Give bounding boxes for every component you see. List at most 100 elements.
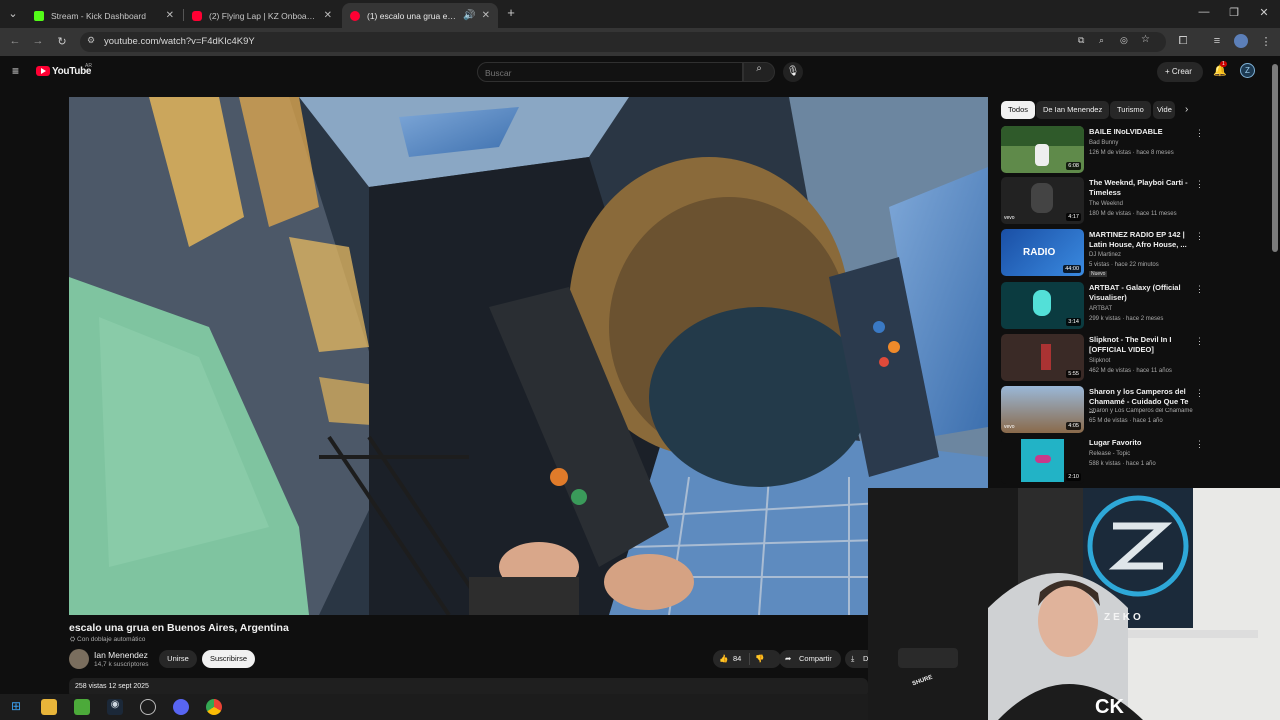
video-thumbnail[interactable]: vevo 4:05 [1001,386,1084,433]
profile-avatar[interactable] [1234,34,1248,48]
create-button[interactable]: + Crear [1157,62,1203,82]
forward-icon[interactable]: → [31,35,45,47]
rec-meta: 462 M de vistas · hace 11 años [1089,368,1172,374]
plus-icon: + [1165,67,1172,76]
recommended-video[interactable]: vevo 4:17 The Weeknd, Playboi Carti - Ti… [1001,177,1204,225]
chip-videos[interactable]: Vide [1153,101,1175,119]
tab-escalo-grua[interactable]: (1) escalo una grua en Bue 🔊 ✕ [342,3,498,28]
vevo-logo: vevo [1004,215,1015,221]
reload-icon[interactable]: ↻ [55,35,69,48]
more-options-icon[interactable]: ⋮ [1195,388,1204,399]
video-thumbnail[interactable]: 6:08 [1001,126,1084,173]
dislike-icon[interactable]: 👎 [755,650,764,668]
subscribe-button[interactable]: Suscribirse [202,650,255,668]
channel-avatar[interactable] [69,649,89,669]
more-options-icon[interactable]: ⋮ [1195,231,1204,242]
reading-list-icon[interactable]: ≡ [1210,35,1224,47]
join-button[interactable]: Unirse [159,650,197,668]
new-badge: Nuevo [1089,271,1108,277]
kick-favicon-icon [34,10,44,21]
page-scrollbar[interactable] [1272,64,1278,252]
audio-playing-icon[interactable]: 🔊 [463,10,475,21]
chip-todos[interactable]: Todos [1001,101,1036,119]
duration-badge: 3:14 [1066,318,1081,326]
close-tab-icon[interactable]: ✕ [482,10,490,21]
download-icon: ⤓ [851,654,855,663]
address-bar[interactable]: ⚙ youtube.com/watch?v=F4dKIc4K9Y ⧉ ⌕ ◎ ☆ [80,32,1166,52]
hamburger-menu-icon[interactable]: ≡ [12,64,19,78]
tab-flying-lap[interactable]: (2) Flying Lap | KZ Onboard at ✕ [184,3,340,28]
view-count-and-date: 258 vistas 12 sept 2025 [75,683,149,690]
duration-badge: 44:00 [1063,265,1081,273]
search-box[interactable] [477,62,743,82]
tab-kick-dashboard[interactable]: Stream - Kick Dashboard ✕ [26,3,182,28]
chrome-icon[interactable] [206,699,222,715]
rec-channel: DJ Martinez [1089,252,1122,258]
browser-menu-icon[interactable]: ⋮ [1259,35,1273,48]
install-app-icon[interactable]: ⧉ [1078,35,1084,46]
video-thumbnail[interactable]: 2:10 [1001,437,1084,484]
account-avatar[interactable]: Z [1240,63,1255,78]
rec-meta: 588 k vistas · hace 1 año [1089,461,1156,467]
rec-channel: Bad Bunny [1089,140,1119,146]
back-icon[interactable]: ← [8,35,22,47]
search-input[interactable] [478,64,742,82]
file-explorer-icon[interactable] [41,699,57,715]
recommended-video[interactable]: vevo 4:05 Sharon y los Camperos del Cham… [1001,386,1204,434]
browser-tab-strip: ⌄ Stream - Kick Dashboard ✕ (2) Flying L… [0,0,1280,28]
tab-search-icon[interactable]: ⌄ [6,7,20,20]
rec-title: Lugar Favorito [1089,438,1142,447]
discord-icon[interactable] [173,699,189,715]
windows-start-icon[interactable]: ⊞ [8,699,24,715]
youtube-logo-icon[interactable] [36,66,50,76]
more-options-icon[interactable]: ⋮ [1195,128,1204,139]
recommended-video[interactable]: 5:55 Slipknot - The Devil In I [OFFICIAL… [1001,334,1204,382]
steam-icon[interactable]: ◉ [107,699,123,715]
video-player[interactable] [69,97,988,615]
recommended-video[interactable]: RADIO 44:00 MARTINEZ RADIO EP 142 | Lati… [1001,229,1204,277]
duration-badge: 4:17 [1066,213,1081,221]
eye-off-icon[interactable]: ◎ [1120,35,1128,46]
download-button[interactable]: ⤓ D [845,650,868,668]
chip-turismo[interactable]: Turismo [1110,101,1151,119]
voice-search-button[interactable]: 🎙 [783,62,803,82]
close-tab-icon[interactable]: ✕ [166,10,174,21]
rec-title: MARTINEZ RADIO EP 142 | Latin House, Afr… [1089,230,1187,249]
more-options-icon[interactable]: ⋮ [1195,284,1204,295]
video-thumbnail[interactable]: vevo 4:17 [1001,177,1084,224]
chevron-right-icon[interactable]: › [1185,104,1188,115]
share-button[interactable]: ➦ Compartir [779,650,841,668]
chip-de-ian-menendez[interactable]: De Ian Menendez [1036,101,1110,119]
rec-meta: 5 vistas · hace 22 minutos [1089,262,1159,268]
search-button[interactable]: ⌕ [743,62,775,82]
rec-meta: 126 M de vistas · hace 8 meses [1089,150,1174,156]
channel-name[interactable]: Ian Menendez [94,650,148,660]
recommended-video[interactable]: 3:14 ARTBAT - Galaxy (Official Visualise… [1001,282,1204,330]
duration-badge: 2:10 [1066,473,1081,481]
minimize-icon[interactable]: — [1196,6,1212,18]
video-thumbnail[interactable]: RADIO 44:00 [1001,229,1084,276]
like-count[interactable]: 84 [733,650,741,668]
bookmark-star-icon[interactable]: ☆ [1141,34,1150,45]
recommended-video[interactable]: 6:08 BAILE INoLVIDABLE Bad Bunny 126 M d… [1001,126,1204,174]
obs-icon[interactable] [140,699,156,715]
app-icon[interactable] [74,699,90,715]
browser-toolbar: ← → ↻ ⚙ youtube.com/watch?v=F4dKIc4K9Y ⧉… [0,28,1280,56]
restore-icon[interactable]: ❐ [1226,6,1242,19]
more-options-icon[interactable]: ⋮ [1195,179,1204,190]
rec-title: The Weeknd, Playboi Carti - Timeless [1089,178,1188,197]
region-code: AR [85,63,92,69]
more-options-icon[interactable]: ⋮ [1195,439,1204,450]
new-tab-button[interactable]: + [503,5,519,20]
site-info-icon[interactable]: ⚙ [87,35,95,46]
zoom-icon[interactable]: ⌕ [1099,35,1104,46]
video-thumbnail[interactable]: 5:55 [1001,334,1084,381]
video-thumbnail[interactable]: 3:14 [1001,282,1084,329]
recommended-video[interactable]: 2:10 Lugar Favorito Release - Topic 588 … [1001,437,1204,485]
auto-dub-text: Con doblaje automático [77,636,146,643]
close-window-icon[interactable]: ✕ [1256,6,1272,19]
close-tab-icon[interactable]: ✕ [324,10,332,21]
like-icon[interactable]: 👍 [719,650,728,668]
more-options-icon[interactable]: ⋮ [1195,336,1204,347]
extensions-icon[interactable]: ⧠ [1176,35,1190,48]
